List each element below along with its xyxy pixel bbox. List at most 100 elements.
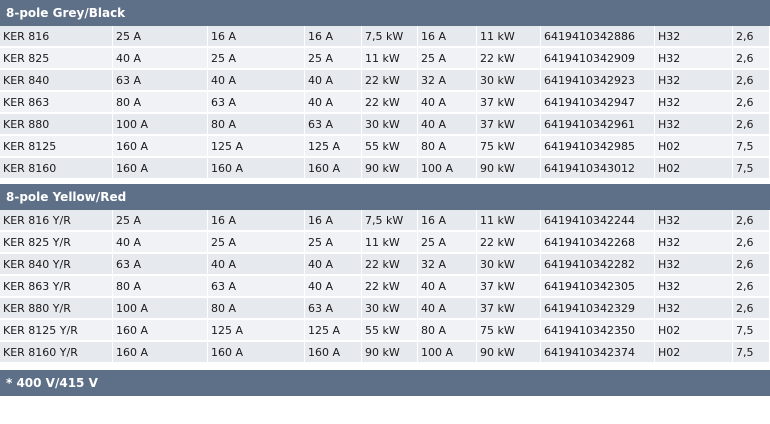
voltage-footnote: * 400 V/415 V (0, 370, 770, 396)
table-cell: KER 8125 Y/R (0, 320, 113, 342)
table-cell: 2,6 (733, 210, 770, 232)
table-cell: 22 kW (362, 276, 418, 298)
table-cell: 125 A (208, 320, 305, 342)
table-cell: 25 A (418, 232, 477, 254)
table-cell: 16 A (418, 26, 477, 48)
table-cell: 80 A (418, 136, 477, 158)
table-cell: 160 A (113, 342, 208, 364)
table-cell: KER 880 (0, 114, 113, 136)
section-grid: KER 816 Y/R 25 A 16 A 16 A 7,5 kW 16 A 11 kW 64… (0, 210, 770, 364)
table-cell: 6419410342244 (541, 210, 655, 232)
table-cell: KER 8160 (0, 158, 113, 180)
table-cell: 40 A (208, 254, 305, 276)
table-cell: 160 A (305, 158, 362, 180)
table-cell: 63 A (113, 254, 208, 276)
table-sections: 8-pole Grey/Black KER 816 25 A 16 A 16 A 7,5 … (0, 0, 770, 364)
table-cell: 40 A (305, 276, 362, 298)
table-cell: 160 A (208, 342, 305, 364)
table-cell: 100 A (418, 342, 477, 364)
table-cell: 80 A (113, 92, 208, 114)
table-cell: KER 863 (0, 92, 113, 114)
table-cell: H32 (655, 298, 733, 320)
table-cell: 6419410342923 (541, 70, 655, 92)
table-cell: 6419410342350 (541, 320, 655, 342)
table-cell: KER 825 Y/R (0, 232, 113, 254)
table-cell: 160 A (305, 342, 362, 364)
table-cell: 40 A (305, 92, 362, 114)
table-cell: 11 kW (362, 48, 418, 70)
table-cell: 90 kW (362, 158, 418, 180)
table-cell: 100 A (113, 114, 208, 136)
table-cell: 22 kW (362, 254, 418, 276)
table-cell: KER 840 Y/R (0, 254, 113, 276)
table-cell: 75 kW (477, 320, 541, 342)
table-cell: 6419410342268 (541, 232, 655, 254)
table-cell: 90 kW (477, 158, 541, 180)
table-cell: 7,5 kW (362, 210, 418, 232)
table-cell: 7,5 (733, 320, 770, 342)
section-header: 8-pole Grey/Black (0, 0, 770, 26)
table-cell: 40 A (418, 298, 477, 320)
table-cell: 75 kW (477, 136, 541, 158)
table-cell: 16 A (305, 26, 362, 48)
table-cell: 2,6 (733, 70, 770, 92)
table-cell: 63 A (208, 92, 305, 114)
table-cell: 30 kW (477, 70, 541, 92)
table-cell: 63 A (305, 114, 362, 136)
table-cell: 40 A (208, 70, 305, 92)
table-cell: 6419410342947 (541, 92, 655, 114)
table-cell: 40 A (113, 232, 208, 254)
table-cell: 25 A (113, 26, 208, 48)
table-cell: 55 kW (362, 136, 418, 158)
table-cell: 30 kW (362, 114, 418, 136)
table-cell: H32 (655, 92, 733, 114)
table-cell: H02 (655, 136, 733, 158)
table-cell: H32 (655, 276, 733, 298)
table-cell: 16 A (418, 210, 477, 232)
table-cell: 22 kW (362, 92, 418, 114)
table-cell: 6419410342374 (541, 342, 655, 364)
table-cell: 80 A (208, 114, 305, 136)
table-cell: H32 (655, 114, 733, 136)
table-cell: 2,6 (733, 254, 770, 276)
table-cell: H32 (655, 232, 733, 254)
table-cell: 6419410343012 (541, 158, 655, 180)
table-cell: 160 A (113, 136, 208, 158)
table-cell: 37 kW (477, 92, 541, 114)
table-cell: 2,6 (733, 48, 770, 70)
table-cell: 30 kW (362, 298, 418, 320)
table-cell: 11 kW (362, 232, 418, 254)
table-cell: 25 A (113, 210, 208, 232)
table-cell: 40 A (113, 48, 208, 70)
table-cell: 25 A (418, 48, 477, 70)
table-cell: 16 A (208, 210, 305, 232)
table-cell: KER 8125 (0, 136, 113, 158)
table-cell: 90 kW (362, 342, 418, 364)
table-cell: 37 kW (477, 276, 541, 298)
section-grid: KER 816 25 A 16 A 16 A 7,5 kW 16 A 11 kW 641941… (0, 26, 770, 180)
table-cell: 2,6 (733, 298, 770, 320)
table-cell: 30 kW (477, 254, 541, 276)
table-cell: KER 880 Y/R (0, 298, 113, 320)
table-cell: 32 A (418, 254, 477, 276)
table-cell: 55 kW (362, 320, 418, 342)
table-cell: 6419410342886 (541, 26, 655, 48)
table-cell: 63 A (113, 70, 208, 92)
table-cell: 16 A (208, 26, 305, 48)
table-cell: 6419410342961 (541, 114, 655, 136)
table-cell: H32 (655, 48, 733, 70)
table-cell: 7,5 (733, 342, 770, 364)
table-cell: 40 A (418, 276, 477, 298)
table-cell: 25 A (208, 232, 305, 254)
table-cell: 160 A (113, 158, 208, 180)
table-cell: 6419410342282 (541, 254, 655, 276)
table-cell: 160 A (208, 158, 305, 180)
table-cell: 63 A (208, 276, 305, 298)
table-cell: KER 8160 Y/R (0, 342, 113, 364)
table-cell: H32 (655, 26, 733, 48)
table-cell: 2,6 (733, 232, 770, 254)
table-cell: KER 816 (0, 26, 113, 48)
table-cell: H02 (655, 320, 733, 342)
table-cell: 2,6 (733, 92, 770, 114)
table-cell: 40 A (305, 70, 362, 92)
